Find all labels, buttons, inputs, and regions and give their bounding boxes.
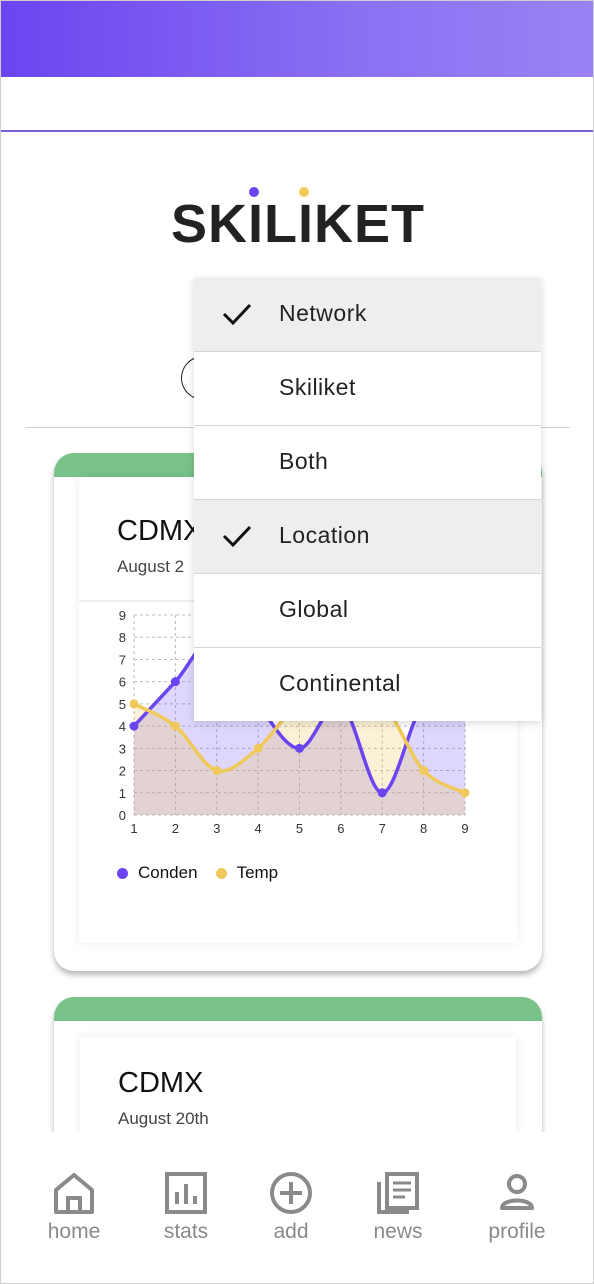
- nav-label: home: [47, 1220, 101, 1243]
- legend-item-conden: Conden: [117, 863, 198, 883]
- menu-item-skiliket[interactable]: Skiliket: [194, 352, 541, 426]
- x-tick-label: 6: [337, 821, 344, 836]
- data-point-temp: [253, 743, 263, 753]
- y-tick-label: 3: [119, 741, 126, 756]
- y-tick-label: 1: [119, 786, 126, 801]
- menu-item-continental[interactable]: Continental: [194, 648, 541, 722]
- menu-item-label: Both: [279, 448, 329, 474]
- x-tick-label: 3: [213, 821, 220, 836]
- header-divider: [1, 130, 593, 132]
- legend-label-temp: Temp: [236, 863, 279, 882]
- y-tick-label: 0: [119, 808, 126, 823]
- news-icon: [377, 1172, 419, 1214]
- y-tick-label: 9: [119, 609, 126, 623]
- nav-profile[interactable]: profile: [462, 1170, 572, 1244]
- chart-legend: Conden Temp: [117, 863, 296, 883]
- card-title: CDMX: [118, 1067, 204, 1099]
- nav-label: news: [373, 1220, 423, 1243]
- y-tick-label: 4: [119, 719, 126, 734]
- legend-item-temp: Temp: [215, 863, 279, 883]
- legend-swatch-temp: [215, 867, 227, 879]
- stats-icon: [165, 1172, 207, 1214]
- card-date: August 20th: [118, 1109, 209, 1128]
- nav-home[interactable]: home: [19, 1170, 129, 1244]
- nav-add[interactable]: add: [236, 1170, 346, 1244]
- card-date: August 2: [117, 557, 185, 576]
- data-point-conden: [129, 721, 139, 731]
- x-tick-label: 2: [172, 821, 179, 836]
- data-point-temp: [129, 699, 139, 709]
- check-icon: [222, 523, 252, 554]
- x-tick-label: 9: [461, 821, 468, 836]
- nav-label: stats: [163, 1220, 209, 1243]
- brand-name: SKILIKET: [170, 194, 425, 254]
- x-tick-label: 5: [296, 821, 303, 836]
- menu-item-label: Location: [279, 522, 370, 548]
- x-tick-label: 4: [255, 821, 262, 836]
- y-tick-label: 6: [119, 675, 126, 690]
- check-icon: [222, 301, 252, 332]
- home-icon: [54, 1173, 94, 1214]
- menu-item-network[interactable]: Network: [194, 278, 541, 352]
- filter-dropdown-menu: Network Skiliket Both Location Global Co…: [194, 278, 541, 721]
- data-point-temp: [460, 788, 470, 798]
- nav-label: profile: [488, 1220, 546, 1243]
- y-tick-label: 5: [119, 697, 126, 712]
- x-tick-label: 1: [130, 821, 137, 836]
- data-point-conden: [170, 677, 180, 687]
- menu-item-global[interactable]: Global: [194, 574, 541, 648]
- data-point-temp: [419, 766, 429, 776]
- data-point-conden: [295, 743, 304, 753]
- card-header-strip: [54, 997, 542, 1021]
- y-tick-label: 8: [119, 630, 126, 645]
- profile-icon: [500, 1174, 534, 1210]
- x-tick-label: 7: [379, 821, 386, 836]
- y-tick-label: 2: [119, 764, 126, 779]
- data-point-temp: [170, 721, 180, 731]
- menu-item-label: Continental: [279, 670, 401, 696]
- legend-swatch-conden: [117, 867, 128, 879]
- data-point-temp: [212, 766, 222, 776]
- menu-item-label: Global: [279, 596, 349, 622]
- nav-label: add: [273, 1220, 309, 1243]
- add-icon: [270, 1172, 312, 1214]
- nav-stats[interactable]: stats: [131, 1170, 241, 1244]
- menu-item-both[interactable]: Both: [194, 426, 541, 500]
- nav-news[interactable]: news: [343, 1170, 453, 1244]
- legend-label-conden: Conden: [138, 863, 198, 882]
- app-screen: SKILIKET CDMX August 2 01234567891234567…: [0, 0, 594, 1284]
- menu-item-label: Network: [279, 300, 367, 326]
- bottom-navigation: home stats add news profile: [1, 1132, 593, 1283]
- menu-item-label: Skiliket: [279, 374, 356, 400]
- card-title: CDMX: [117, 515, 203, 547]
- header-bar: [1, 1, 593, 77]
- data-point-conden: [377, 788, 387, 798]
- x-tick-label: 8: [420, 821, 427, 836]
- y-tick-label: 7: [119, 652, 126, 667]
- menu-item-location[interactable]: Location: [194, 500, 541, 574]
- brand-logo: SKILIKET: [1, 179, 593, 259]
